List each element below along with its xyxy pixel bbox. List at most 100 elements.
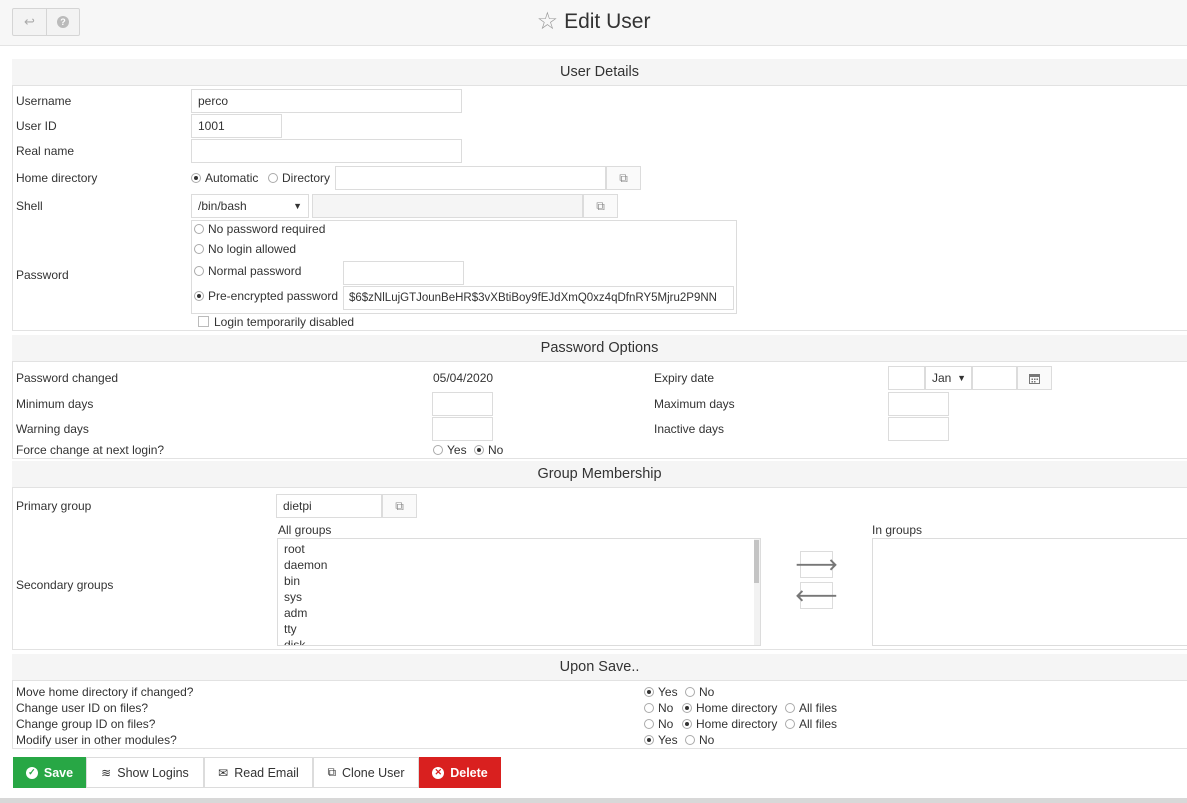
modify-other-yes-radio[interactable] xyxy=(644,735,654,745)
change-gid-all-option[interactable]: All files xyxy=(785,717,843,731)
save-button-label: Save xyxy=(43,765,74,780)
change-uid-label: Change user ID on files? xyxy=(16,701,149,715)
pw-changed-value: 05/04/2020 xyxy=(433,371,494,385)
list-item[interactable]: daemon xyxy=(278,557,760,573)
primary-group-label: Primary group xyxy=(16,499,92,513)
home-directory-radio[interactable] xyxy=(268,173,278,183)
max-days-input[interactable] xyxy=(888,392,949,416)
clone-user-button[interactable]: ⧉ Clone User xyxy=(313,757,419,788)
modify-other-yes-text: Yes xyxy=(658,733,678,747)
shell-browse-button[interactable]: ⧉ xyxy=(583,194,618,218)
force-no-option[interactable]: No xyxy=(474,443,509,457)
list-item[interactable]: root xyxy=(278,541,760,557)
modify-other-no-radio[interactable] xyxy=(685,735,695,745)
move-home-yes-option[interactable]: Yes xyxy=(644,685,684,699)
home-directory-input[interactable] xyxy=(335,166,606,190)
home-automatic-option[interactable]: Automatic xyxy=(191,171,264,185)
list-item[interactable]: tty xyxy=(278,621,760,637)
min-days-input[interactable] xyxy=(432,392,493,416)
warn-days-input[interactable] xyxy=(432,417,493,441)
change-uid-no-option[interactable]: No xyxy=(644,701,679,715)
list-item[interactable]: adm xyxy=(278,605,760,621)
force-no-radio[interactable] xyxy=(474,445,484,455)
show-logins-button[interactable]: ≋ Show Logins xyxy=(86,757,204,788)
expiry-month-select[interactable]: Jan ▼ xyxy=(925,366,972,390)
home-automatic-radio[interactable] xyxy=(191,173,201,183)
inactive-days-label: Inactive days xyxy=(654,422,725,436)
shell-select[interactable]: /bin/bash ▼ xyxy=(191,194,309,218)
expiry-day-input[interactable] xyxy=(888,366,925,390)
pw-none-option[interactable]: No password required xyxy=(194,222,331,236)
change-gid-all-text: All files xyxy=(799,717,838,731)
move-home-yes-radio[interactable] xyxy=(644,687,654,697)
change-gid-home-option[interactable]: Home directory xyxy=(682,717,783,731)
change-gid-all-radio[interactable] xyxy=(785,719,795,729)
change-gid-home-radio[interactable] xyxy=(682,719,692,729)
scrollbar-thumb[interactable] xyxy=(754,540,759,583)
home-directory-option[interactable]: Directory xyxy=(268,171,336,185)
primary-group-input[interactable]: dietpi xyxy=(276,494,382,518)
change-uid-home-option[interactable]: Home directory xyxy=(682,701,783,715)
pw-preenc-option[interactable]: Pre-encrypted password xyxy=(194,289,344,303)
move-home-no-option[interactable]: No xyxy=(685,685,720,699)
delete-button[interactable]: ✕ Delete xyxy=(419,757,501,788)
user-details-heading: User Details xyxy=(12,59,1187,86)
modify-other-no-option[interactable]: No xyxy=(685,733,720,747)
secondary-groups-label: Secondary groups xyxy=(16,578,114,592)
bottom-border xyxy=(0,798,1187,803)
star-outline-icon[interactable]: ☆ xyxy=(537,10,559,34)
calendar-icon xyxy=(1029,373,1040,384)
pw-normal-option[interactable]: Normal password xyxy=(194,264,307,278)
home-browse-button[interactable]: ⧉ xyxy=(606,166,641,190)
username-input[interactable]: perco xyxy=(191,89,462,113)
remove-from-groups-button[interactable]: 🡐 xyxy=(795,582,838,609)
move-home-no-text: No xyxy=(699,685,715,699)
change-gid-no-radio[interactable] xyxy=(644,719,654,729)
clone-user-label: Clone User xyxy=(342,765,405,780)
in-groups-label: In groups xyxy=(872,523,923,537)
pw-nologin-option[interactable]: No login allowed xyxy=(194,242,302,256)
save-button[interactable]: ✓ Save xyxy=(13,757,86,788)
list-item[interactable]: disk xyxy=(278,637,760,645)
read-email-button[interactable]: ✉ Read Email xyxy=(204,757,313,788)
login-disabled-option[interactable]: Login temporarily disabled xyxy=(198,315,360,329)
move-home-no-radio[interactable] xyxy=(685,687,695,697)
inactive-days-input[interactable] xyxy=(888,417,949,441)
pw-preenc-radio[interactable] xyxy=(194,291,204,301)
add-to-groups-button[interactable]: 🡒 xyxy=(795,551,838,578)
change-uid-all-option[interactable]: All files xyxy=(785,701,843,715)
pw-nologin-radio[interactable] xyxy=(194,244,204,254)
expiry-year-input[interactable] xyxy=(972,366,1017,390)
force-yes-option[interactable]: Yes xyxy=(433,443,473,457)
uid-label: User ID xyxy=(16,119,57,133)
list-item[interactable]: bin xyxy=(278,573,760,589)
arrow-right-icon: 🡒 xyxy=(795,557,838,574)
force-change-label: Force change at next login? xyxy=(16,443,165,457)
change-gid-label: Change group ID on files? xyxy=(16,717,156,731)
calendar-button[interactable] xyxy=(1017,366,1052,390)
pw-preenc-input[interactable]: $6$zNlLujGTJounBeHR$3vXBtiBoy9fEJdXmQ0xz… xyxy=(343,286,734,310)
force-yes-radio[interactable] xyxy=(433,445,443,455)
pw-none-radio[interactable] xyxy=(194,224,204,234)
list-item[interactable]: sys xyxy=(278,589,760,605)
group-browse-button[interactable]: ⧉ xyxy=(382,494,417,518)
force-no-text: No xyxy=(488,443,504,457)
change-uid-all-text: All files xyxy=(799,701,838,715)
force-yes-text: Yes xyxy=(447,443,467,457)
upon-save-heading: Upon Save.. xyxy=(12,654,1187,681)
change-gid-no-text: No xyxy=(658,717,674,731)
change-uid-home-radio[interactable] xyxy=(682,703,692,713)
pw-normal-input[interactable] xyxy=(343,261,464,285)
change-uid-all-radio[interactable] xyxy=(785,703,795,713)
shell-other-input[interactable] xyxy=(312,194,583,218)
change-gid-no-option[interactable]: No xyxy=(644,717,679,731)
pw-normal-radio[interactable] xyxy=(194,266,204,276)
change-uid-no-text: No xyxy=(658,701,674,715)
modify-other-yes-option[interactable]: Yes xyxy=(644,733,684,747)
change-uid-no-radio[interactable] xyxy=(644,703,654,713)
all-groups-list[interactable]: root daemon bin sys adm tty disk xyxy=(277,538,761,646)
realname-input[interactable] xyxy=(191,139,462,163)
in-groups-list[interactable] xyxy=(872,538,1187,646)
uid-input[interactable]: 1001 xyxy=(191,114,282,138)
login-disabled-checkbox[interactable] xyxy=(198,316,209,327)
